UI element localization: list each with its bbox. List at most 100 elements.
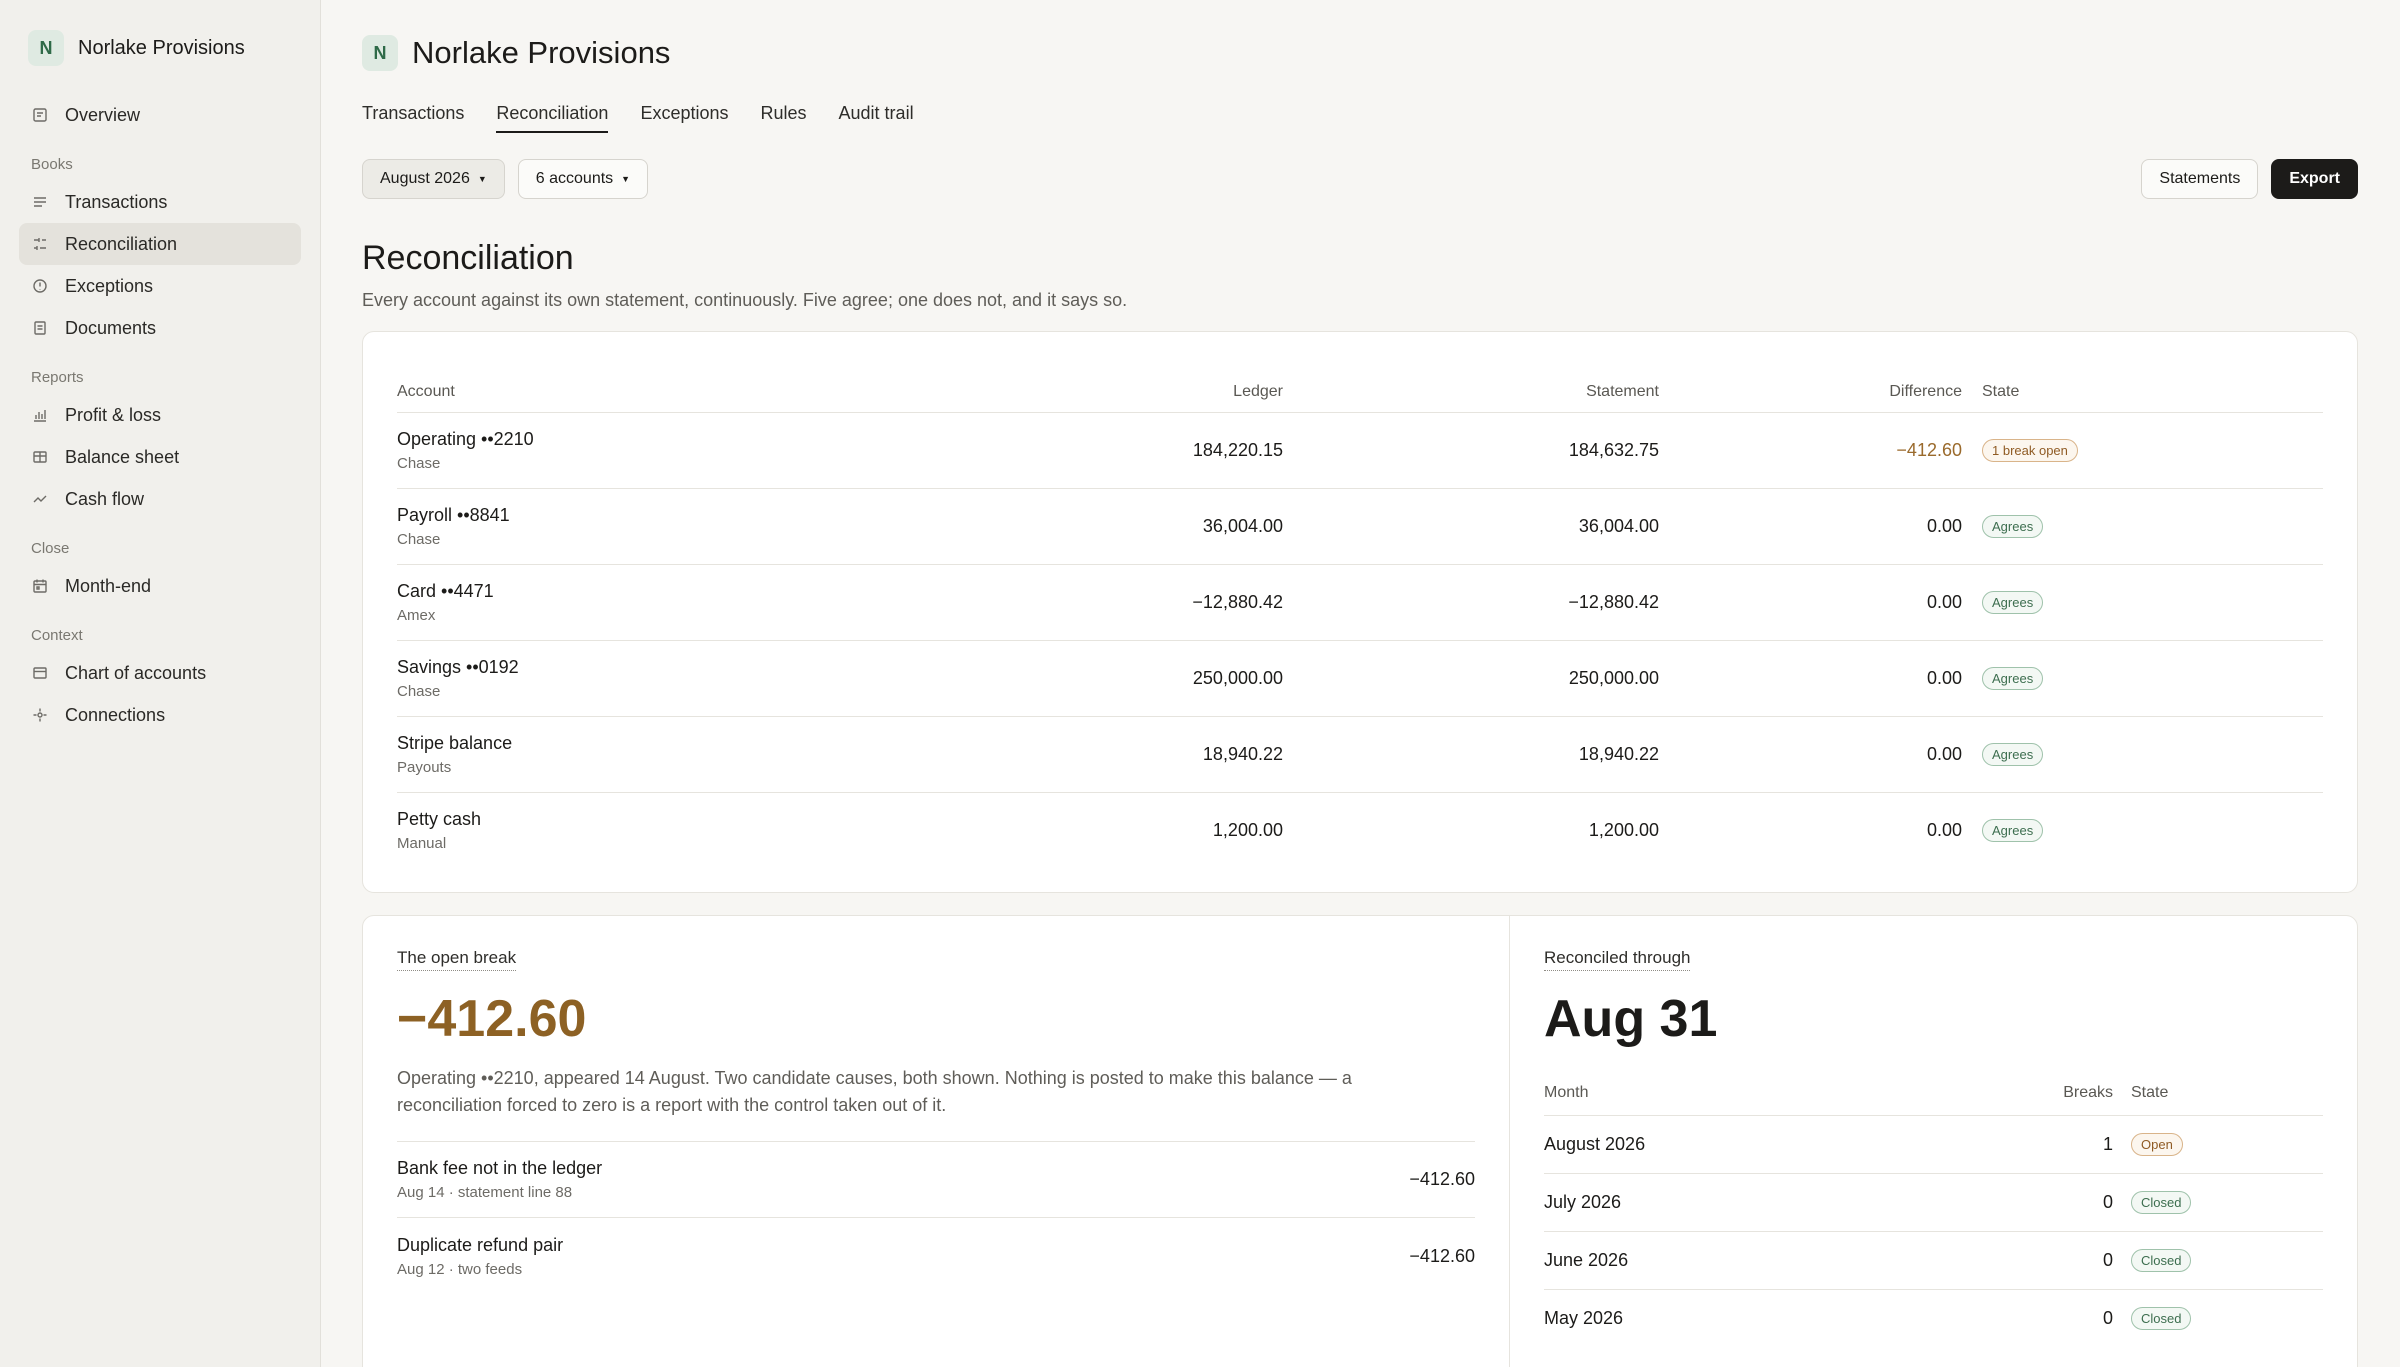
difference-cell: −412.60: [1659, 412, 1962, 489]
table-row[interactable]: Operating ••2210 Chase 184,220.15 184,632.7…: [397, 412, 2323, 489]
state-cell: Agrees: [1962, 564, 2323, 641]
difference-cell: 0.00: [1926, 819, 1962, 840]
cause-item[interactable]: Bank fee not in the ledger Aug 14 · stat…: [397, 1142, 1475, 1218]
page-subtitle: Every account against its own statement,…: [362, 290, 1128, 310]
breaks-cell: 1: [2023, 1115, 2113, 1174]
state-cell: Closed: [2113, 1173, 2323, 1232]
tab-audit-trail[interactable]: Audit trail: [839, 95, 914, 135]
status-badge: Agrees: [1982, 742, 2044, 766]
account-institution: Chase: [397, 682, 441, 700]
sidebar-item-label: Cash flow: [65, 488, 145, 509]
account-institution: Chase: [397, 454, 441, 472]
sidebar-item-connections[interactable]: Connections: [19, 694, 301, 736]
sidebar-item-month-end[interactable]: Month-end: [19, 565, 301, 607]
sidebar-item-label: Month-end: [65, 575, 152, 596]
org-switcher[interactable]: N Norlake Provisions: [28, 30, 301, 66]
caret-down-icon: ▼: [621, 174, 631, 184]
connections-icon: [31, 706, 49, 724]
org-avatar: N: [28, 30, 64, 66]
statement-cell: 250,000.00: [1283, 640, 1659, 717]
statement-cell: 184,632.75: [1283, 412, 1659, 489]
status-badge: Closed: [2131, 1190, 2192, 1214]
sidebar-item-exceptions[interactable]: Exceptions: [19, 265, 301, 307]
sidebar-item-profit-loss[interactable]: Profit & loss: [19, 394, 301, 436]
open-break-label: The open break: [397, 948, 517, 971]
state-cell: Agrees: [1962, 716, 2323, 793]
breaks-cell: 0: [2023, 1173, 2113, 1232]
export-button[interactable]: Export: [2271, 159, 2358, 199]
period-dropdown[interactable]: August 2026 ▼: [362, 159, 505, 199]
sidebar-item-transactions[interactable]: Transactions: [19, 181, 301, 223]
status-badge: Closed: [2131, 1306, 2192, 1330]
bar-chart-icon: [31, 406, 49, 424]
state-cell: Agrees: [1962, 488, 2323, 565]
tab-bar: Transactions Reconciliation Exceptions R…: [362, 95, 2362, 135]
difference-cell: 0.00: [1659, 564, 1962, 641]
column-header-account: Account: [397, 356, 1037, 413]
account-institution: Manual: [397, 834, 447, 852]
table-row[interactable]: August 2026 1 Open: [1544, 1115, 2323, 1174]
table-row[interactable]: May 2026 0 Closed: [1544, 1289, 2323, 1347]
sidebar-item-label: Chart of accounts: [65, 662, 207, 683]
account-name: Stripe balance: [397, 732, 513, 753]
document-icon: [31, 319, 49, 337]
status-badge: 1 break open: [1982, 438, 2078, 462]
account-name: Payroll ••8841: [397, 504, 510, 525]
period-label: August 2026: [380, 170, 470, 187]
table-row[interactable]: Payroll ••8841 Chase 36,004.00 36,004.00 0.0…: [397, 488, 2323, 565]
table-row[interactable]: Petty cash Manual 1,200.00 1,200.00 0.00 Agre…: [397, 792, 2323, 868]
account-name: Savings ••0192: [397, 656, 519, 677]
account-name: Petty cash: [397, 808, 482, 829]
status-badge: Agrees: [1982, 514, 2044, 538]
state-cell: Closed: [2113, 1231, 2323, 1290]
account-name: Operating ••2210: [397, 428, 534, 449]
sidebar-item-balance-sheet[interactable]: Balance sheet: [19, 436, 301, 478]
statements-button[interactable]: Statements: [2141, 159, 2259, 199]
sidebar-item-label: Connections: [65, 704, 166, 725]
state-cell: Open: [2113, 1115, 2323, 1174]
account-institution: Chase: [397, 530, 441, 548]
account-cell: Savings ••0192 Chase: [397, 640, 1037, 717]
open-break-description: Operating ••2210, appeared 14 August. Tw…: [397, 1068, 1352, 1115]
table-row[interactable]: Savings ••0192 Chase 250,000.00 250,000.00 0…: [397, 640, 2323, 717]
tab-exceptions[interactable]: Exceptions: [640, 95, 728, 135]
sidebar-item-label: Profit & loss: [65, 404, 162, 425]
statement-cell: 1,200.00: [1588, 819, 1659, 840]
tab-transactions[interactable]: Transactions: [362, 95, 464, 135]
table-row[interactable]: July 2026 0 Closed: [1544, 1173, 2323, 1232]
sidebar-item-reconciliation[interactable]: Reconciliation: [19, 223, 301, 265]
accounts-label: 6 accounts: [535, 170, 614, 187]
trend-icon: [31, 490, 49, 508]
sidebar-section-close: Close: [31, 540, 70, 557]
month-cell: May 2026: [1544, 1307, 1624, 1328]
cause-item[interactable]: Duplicate refund pair Aug 12 · two feeds…: [397, 1218, 1475, 1294]
reconciled-panel: Reconciled through Aug 31 Month Breaks S…: [1510, 916, 2357, 1367]
table-row[interactable]: Card ••4471 Amex −12,880.42 −12,880.42 0.00 A…: [397, 564, 2323, 641]
accounts-dropdown[interactable]: 6 accounts ▼: [517, 159, 649, 199]
account-cell: Operating ••2210 Chase: [397, 412, 1037, 489]
column-header-statement: Statement: [1283, 356, 1659, 413]
state-cell: Agrees: [1962, 640, 2323, 717]
status-badge: Agrees: [1982, 590, 2044, 614]
alert-circle-icon: [31, 277, 49, 295]
sidebar-item-label: Transactions: [65, 191, 168, 212]
sidebar-section-reports: Reports: [31, 369, 84, 386]
page-title: Reconciliation: [362, 239, 574, 277]
main-content: N Norlake Provisions Transactions Reconc…: [362, 0, 2362, 1367]
sidebar-item-cash-flow[interactable]: Cash flow: [19, 478, 301, 520]
ledger-cell: 36,004.00: [1037, 488, 1283, 565]
table-row[interactable]: Stripe balance Payouts 18,940.22 18,940.22 0…: [397, 716, 2323, 793]
tab-rules[interactable]: Rules: [761, 95, 807, 135]
page-org-name: Norlake Provisions: [412, 35, 671, 70]
sidebar-item-chart-of-accounts[interactable]: Chart of accounts: [19, 652, 301, 694]
sidebar-item-documents[interactable]: Documents: [19, 307, 301, 349]
statement-cell: −12,880.42: [1283, 564, 1659, 641]
table-row[interactable]: June 2026 0 Closed: [1544, 1231, 2323, 1290]
sidebar-item-overview[interactable]: Overview: [19, 94, 301, 136]
cause-amount: −412.60: [1409, 1169, 1475, 1189]
cause-list: Bank fee not in the ledger Aug 14 · stat…: [397, 1141, 1475, 1294]
column-header-breaks: Breaks: [2023, 1071, 2113, 1116]
cause-title: Duplicate refund pair: [397, 1234, 564, 1255]
tab-reconciliation[interactable]: Reconciliation: [496, 95, 609, 135]
account-cell: Card ••4471 Amex: [397, 564, 1037, 641]
